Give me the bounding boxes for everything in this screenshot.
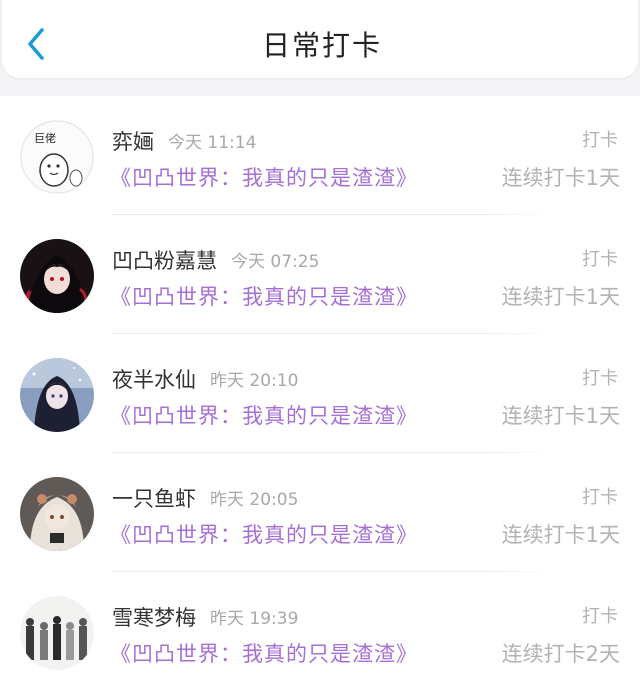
meme-avatar-image: 巨佬	[20, 120, 94, 194]
checkin-time: 昨天 19:39	[210, 609, 299, 629]
user-name[interactable]: 弈婳	[112, 130, 154, 154]
avatar[interactable]: 巨佬	[20, 120, 94, 194]
checkin-time: 昨天 20:10	[210, 371, 299, 391]
user-name-line: 夜半水仙 昨天 20:10	[112, 364, 298, 394]
checkin-time: 今天 07:25	[231, 252, 320, 272]
checkin-list: 巨佬 弈婳今天 11:14 《凹凸世界：我真的只是渣渣》 打卡 连续打卡1天	[0, 96, 640, 691]
avatar[interactable]	[20, 239, 94, 313]
streak-text: 连续打卡1天	[501, 285, 620, 309]
avatar-badge-text: 巨佬	[34, 131, 56, 145]
user-name-line: 一只鱼虾 昨天 20:05	[112, 483, 298, 513]
user-name[interactable]: 雪寒梦梅	[112, 606, 196, 630]
user-name-line: 弈婳 今天 11:14	[112, 126, 256, 156]
checkin-row[interactable]: 巨佬 弈婳 今天 11:14 《凹凸世界：我真的只是渣渣》 打卡 连续打卡1天	[0, 96, 640, 215]
streak-text: 连续打卡2天	[501, 642, 620, 666]
page-title: 日常打卡	[261, 29, 382, 62]
book-title-link[interactable]: 《凹凸世界：我真的只是渣渣》	[110, 638, 418, 668]
avatar[interactable]	[20, 596, 94, 670]
anime-avatar-image	[20, 239, 94, 313]
checkin-tag: 打卡	[582, 368, 618, 389]
checkin-tag: 打卡	[582, 130, 618, 151]
checkin-time: 今天 11:14	[168, 133, 257, 153]
user-name-line: 凹凸粉嘉慧 今天 07:25	[112, 245, 319, 275]
checkin-row[interactable]: 凹凸粉嘉慧 今天 07:25 《凹凸世界：我真的只是渣渣》 打卡 连续打卡1天	[0, 215, 640, 334]
checkin-row[interactable]: 一只鱼虾 昨天 20:05 《凹凸世界：我真的只是渣渣》 打卡 连续打卡1天	[0, 453, 640, 572]
book-title-link[interactable]: 《凹凸世界：我真的只是渣渣》	[110, 281, 418, 311]
streak-text: 连续打卡1天	[501, 404, 620, 428]
checkin-tag: 打卡	[582, 249, 618, 270]
book-title-link[interactable]: 《凹凸世界：我真的只是渣渣》	[110, 400, 418, 430]
anime-avatar-image	[20, 477, 94, 551]
header-bar: 日常打卡	[0, 0, 640, 96]
checkin-row[interactable]: 雪寒梦梅 昨天 19:39 《凹凸世界：我真的只是渣渣》 打卡 连续打卡2天	[0, 572, 640, 691]
group-avatar-image	[20, 596, 94, 670]
avatar[interactable]	[20, 477, 94, 551]
user-name-line: 雪寒梦梅 昨天 19:39	[112, 602, 298, 632]
book-title-link[interactable]: 《凹凸世界：我真的只是渣渣》	[110, 519, 418, 549]
avatar[interactable]	[20, 358, 94, 432]
checkin-tag: 打卡	[582, 487, 618, 508]
streak-text: 连续打卡1天	[501, 166, 620, 190]
user-name[interactable]: 夜半水仙	[112, 368, 196, 392]
checkin-tag: 打卡	[582, 606, 618, 627]
book-title-link[interactable]: 《凹凸世界：我真的只是渣渣》	[110, 162, 418, 192]
header-card: 日常打卡	[2, 0, 638, 78]
anime-avatar-image	[20, 358, 94, 432]
streak-text: 连续打卡1天	[501, 523, 620, 547]
checkin-row[interactable]: 夜半水仙 昨天 20:10 《凹凸世界：我真的只是渣渣》 打卡 连续打卡1天	[0, 334, 640, 453]
checkin-time: 昨天 20:05	[210, 490, 299, 510]
user-name[interactable]: 一只鱼虾	[112, 487, 196, 511]
user-name[interactable]: 凹凸粉嘉慧	[112, 249, 217, 273]
